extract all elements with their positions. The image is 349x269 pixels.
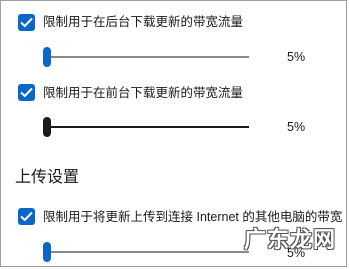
checkmark-icon <box>20 17 33 28</box>
foreground-limit-value: 5% <box>287 120 306 134</box>
settings-panel: 限制用于在后台下载更新的带宽流量 5% 限制用于在前台下载更新的带宽流量 5% … <box>0 0 347 267</box>
upload-settings-heading: 上传设置 <box>15 169 80 186</box>
background-limit-label: 限制用于在后台下载更新的带宽流量 <box>43 15 244 29</box>
slider-thumb[interactable] <box>43 47 51 67</box>
foreground-limit-slider[interactable] <box>43 117 249 137</box>
background-limit-checkbox[interactable] <box>18 14 35 31</box>
upload-limit-checkbox[interactable] <box>18 208 35 225</box>
foreground-limit-label: 限制用于在前台下载更新的带宽流量 <box>43 86 244 100</box>
background-limit-slider[interactable] <box>43 47 249 67</box>
checkmark-icon <box>20 211 33 222</box>
slider-thumb[interactable] <box>43 117 51 137</box>
upload-limit-slider[interactable] <box>43 242 249 262</box>
foreground-limit-checkbox[interactable] <box>18 84 35 101</box>
slider-thumb[interactable] <box>43 242 51 262</box>
checkmark-icon <box>20 87 33 98</box>
watermark-logo: 广东龙网 <box>243 228 336 253</box>
background-limit-value: 5% <box>287 50 306 64</box>
